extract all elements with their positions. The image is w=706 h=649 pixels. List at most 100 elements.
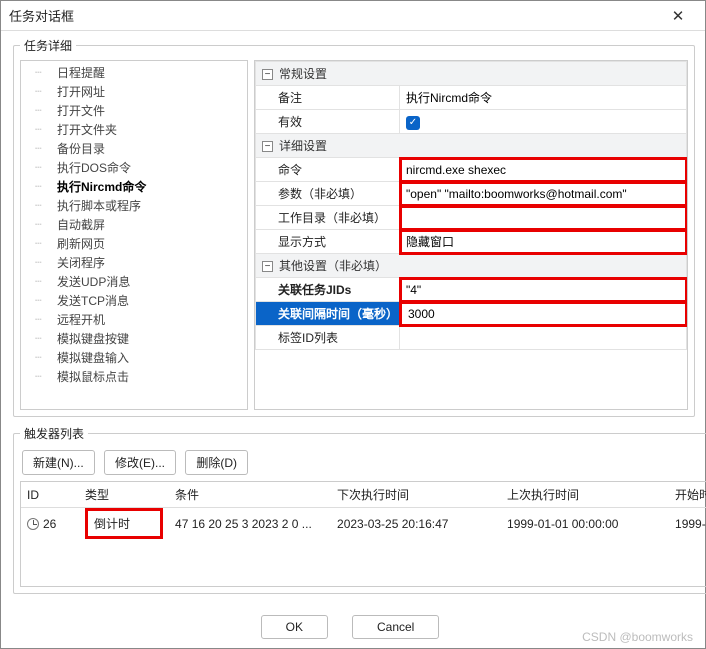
tree-item-label: 自动截屏	[57, 216, 105, 233]
cell-cond: 47 16 20 25 3 2023 2 0 ...	[169, 508, 331, 540]
tree-item-label: 发送UDP消息	[57, 273, 130, 290]
collapse-icon[interactable]: −	[262, 69, 273, 80]
col-start[interactable]: 开始时间	[669, 482, 706, 508]
new-trigger-button[interactable]: 新建(N)...	[22, 450, 95, 475]
value-command[interactable]: nircmd.exe shexec	[400, 158, 687, 182]
dialog-body: 任务详细 ┄日程提醒┄打开网址┄打开文件┄打开文件夹┄备份目录┄执行DOS命令┄…	[1, 31, 705, 606]
tree-connector-icon: ┄	[35, 199, 57, 213]
tree-item-16[interactable]: ┄模拟鼠标点击	[21, 367, 247, 386]
trigger-row[interactable]: 26 倒计时 47 16 20 25 3 2023 2 0 ... 2023-0…	[21, 508, 706, 540]
tree-item-5[interactable]: ┄执行DOS命令	[21, 158, 247, 177]
value-workdir[interactable]	[400, 206, 687, 230]
task-type-tree[interactable]: ┄日程提醒┄打开网址┄打开文件┄打开文件夹┄备份目录┄执行DOS命令┄执行Nir…	[20, 60, 248, 410]
label-command: 命令	[256, 158, 400, 182]
edit-trigger-button[interactable]: 修改(E)...	[104, 450, 176, 475]
collapse-icon[interactable]: −	[262, 141, 273, 152]
tree-item-6[interactable]: ┄执行Nircmd命令	[21, 177, 247, 196]
row-jids[interactable]: 关联任务JIDs "4"	[256, 278, 687, 302]
trigger-toolbar: 新建(N)... 修改(E)... 删除(D)	[20, 448, 706, 481]
row-interval[interactable]: 关联间隔时间（毫秒）	[256, 302, 687, 326]
tree-item-11[interactable]: ┄发送UDP消息	[21, 272, 247, 291]
row-args[interactable]: 参数（非必填） "open" "mailto:boomworks@hotmail…	[256, 182, 687, 206]
label-interval: 关联间隔时间（毫秒）	[256, 302, 400, 326]
cell-next: 2023-03-25 20:16:47	[331, 508, 501, 540]
section-other[interactable]: −其他设置（非必填）	[256, 254, 687, 278]
clock-icon	[27, 518, 39, 530]
col-type[interactable]: 类型	[79, 482, 169, 508]
tree-connector-icon: ┄	[35, 218, 57, 232]
value-display[interactable]: 隐藏窗口	[400, 230, 687, 254]
section-general[interactable]: −常规设置	[256, 62, 687, 86]
label-jids: 关联任务JIDs	[256, 278, 400, 302]
col-next[interactable]: 下次执行时间	[331, 482, 501, 508]
tree-item-label: 执行DOS命令	[57, 159, 131, 176]
tree-item-10[interactable]: ┄关闭程序	[21, 253, 247, 272]
section-detail-label: 详细设置	[279, 139, 327, 153]
tree-item-9[interactable]: ┄刷新网页	[21, 234, 247, 253]
tree-item-14[interactable]: ┄模拟键盘按键	[21, 329, 247, 348]
tree-item-4[interactable]: ┄备份目录	[21, 139, 247, 158]
tree-item-13[interactable]: ┄远程开机	[21, 310, 247, 329]
value-jids[interactable]: "4"	[400, 278, 687, 302]
tree-item-label: 模拟键盘按键	[57, 330, 129, 347]
col-last[interactable]: 上次执行时间	[501, 482, 669, 508]
tree-connector-icon: ┄	[35, 351, 57, 365]
collapse-icon[interactable]: −	[262, 261, 273, 272]
property-grid[interactable]: −常规设置 备注 执行Nircmd命令 有效 ✓ −详细设置	[254, 60, 688, 410]
ok-button[interactable]: OK	[261, 615, 328, 639]
tree-item-2[interactable]: ┄打开文件	[21, 101, 247, 120]
tree-item-label: 日程提醒	[57, 64, 105, 81]
tree-connector-icon: ┄	[35, 313, 57, 327]
tree-connector-icon: ┄	[35, 123, 57, 137]
tree-item-label: 远程开机	[57, 311, 105, 328]
tree-item-label: 模拟鼠标点击	[57, 368, 129, 385]
tree-item-label: 打开文件	[57, 102, 105, 119]
tree-item-15[interactable]: ┄模拟键盘输入	[21, 348, 247, 367]
dialog-window: 任务对话框 ✕ 任务详细 ┄日程提醒┄打开网址┄打开文件┄打开文件夹┄备份目录┄…	[0, 0, 706, 649]
tree-connector-icon: ┄	[35, 332, 57, 346]
interval-input[interactable]	[406, 306, 680, 322]
tree-item-label: 执行Nircmd命令	[57, 178, 146, 195]
label-enabled: 有效	[256, 110, 400, 134]
value-tags[interactable]	[400, 326, 687, 350]
label-workdir: 工作目录（非必填）	[256, 206, 400, 230]
row-workdir[interactable]: 工作目录（非必填）	[256, 206, 687, 230]
trigger-grid[interactable]: ID 类型 条件 下次执行时间 上次执行时间 开始时间 26 倒计时 47 16	[20, 481, 706, 587]
col-id[interactable]: ID	[21, 482, 79, 508]
tree-connector-icon: ┄	[35, 142, 57, 156]
tree-connector-icon: ┄	[35, 85, 57, 99]
row-enabled[interactable]: 有效 ✓	[256, 110, 687, 134]
tree-connector-icon: ┄	[35, 370, 57, 384]
tree-connector-icon: ┄	[35, 256, 57, 270]
value-args[interactable]: "open" "mailto:boomworks@hotmail.com"	[400, 182, 687, 206]
tree-connector-icon: ┄	[35, 161, 57, 175]
tree-item-7[interactable]: ┄执行脚本或程序	[21, 196, 247, 215]
tree-item-12[interactable]: ┄发送TCP消息	[21, 291, 247, 310]
tree-connector-icon: ┄	[35, 294, 57, 308]
row-remark[interactable]: 备注 执行Nircmd命令	[256, 86, 687, 110]
tree-item-label: 打开文件夹	[57, 121, 117, 138]
cell-type: 倒计时	[79, 508, 169, 540]
section-detail[interactable]: −详细设置	[256, 134, 687, 158]
grid-header-row: ID 类型 条件 下次执行时间 上次执行时间 开始时间	[21, 482, 706, 508]
tree-item-3[interactable]: ┄打开文件夹	[21, 120, 247, 139]
cancel-button[interactable]: Cancel	[352, 615, 439, 639]
tree-item-8[interactable]: ┄自动截屏	[21, 215, 247, 234]
close-button[interactable]: ✕	[659, 7, 697, 25]
label-tags: 标签ID列表	[256, 326, 400, 350]
tree-item-label: 关闭程序	[57, 254, 105, 271]
cell-last: 1999-01-01 00:00:00	[501, 508, 669, 540]
tree-item-1[interactable]: ┄打开网址	[21, 82, 247, 101]
delete-trigger-button[interactable]: 删除(D)	[185, 450, 248, 475]
col-cond[interactable]: 条件	[169, 482, 331, 508]
watermark: CSDN @boomworks	[582, 630, 693, 644]
checkbox-enabled[interactable]: ✓	[406, 116, 420, 130]
row-command[interactable]: 命令 nircmd.exe shexec	[256, 158, 687, 182]
row-tags[interactable]: 标签ID列表	[256, 326, 687, 350]
value-remark[interactable]: 执行Nircmd命令	[400, 86, 687, 110]
cell-id: 26	[21, 508, 79, 540]
tree-item-0[interactable]: ┄日程提醒	[21, 63, 247, 82]
row-display[interactable]: 显示方式 隐藏窗口	[256, 230, 687, 254]
label-args: 参数（非必填）	[256, 182, 400, 206]
value-interval[interactable]	[400, 302, 687, 326]
